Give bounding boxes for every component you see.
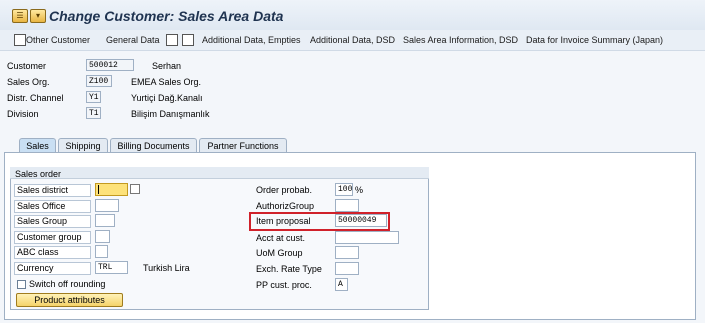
sales-district-label: Sales district (14, 184, 91, 197)
tab-shipping[interactable]: Shipping (58, 138, 108, 152)
search-help-icon[interactable] (130, 184, 140, 194)
uom-group-label: UoM Group (256, 248, 303, 258)
customer-field: 500012 (86, 59, 134, 71)
salesorg-desc: EMEA Sales Org. (131, 77, 202, 87)
percent-unit: % (355, 185, 364, 195)
general-data-button[interactable]: General Data (106, 35, 160, 45)
sales-office-input[interactable] (95, 199, 119, 212)
product-attributes-button[interactable]: Product attributes (16, 293, 123, 307)
currency-desc: Turkish Lira (143, 263, 190, 273)
invoice-summary-button[interactable]: Data for Invoice Summary (Japan) (526, 35, 663, 45)
abc-class-input[interactable] (95, 245, 108, 258)
tab-billing-documents[interactable]: Billing Documents (110, 138, 197, 152)
currency-input[interactable]: TRL (95, 261, 128, 274)
authoriz-group-label: AuthorizGroup (256, 201, 315, 211)
customer-desc: Serhan (152, 61, 182, 71)
acct-at-cust-input[interactable] (335, 231, 399, 244)
uom-group-input[interactable] (335, 246, 359, 259)
pp-cust-proc-input[interactable]: A (335, 278, 348, 291)
sales-district-input[interactable] (95, 183, 128, 196)
sales-area-info-dsd-button[interactable]: Sales Area Information, DSD (403, 35, 518, 45)
additional-data-dsd-button[interactable]: Additional Data, DSD (310, 35, 395, 45)
other-customer-icon (14, 34, 26, 46)
sales-office-label: Sales Office (14, 200, 91, 213)
tab-partner-functions[interactable]: Partner Functions (199, 138, 287, 152)
salesorg-label: Sales Org. (7, 77, 50, 87)
group-header (10, 167, 429, 179)
order-probability-label: Order probab. (256, 185, 313, 195)
channel-label: Distr. Channel (7, 93, 64, 103)
customize-icon[interactable]: ▾ (30, 9, 46, 23)
abc-class-label: ABC class (14, 246, 91, 259)
salesorg-field: Z100 (86, 75, 112, 87)
exch-rate-type-label: Exch. Rate Type (256, 264, 322, 274)
item-proposal-input[interactable]: 50000049 (335, 214, 387, 227)
channel-field: Y1 (86, 91, 101, 103)
channel-desc: Yurtiçi Dağ.Kanalı (131, 93, 203, 103)
division-field: T1 (86, 107, 101, 119)
page-title: Change Customer: Sales Area Data (49, 8, 284, 24)
group-title: Sales order (15, 169, 62, 179)
text-cursor (98, 185, 99, 194)
sales-group-input[interactable] (95, 214, 115, 227)
customer-group-label: Customer group (14, 231, 91, 244)
division-label: Division (7, 109, 39, 119)
other-customer-button[interactable]: Other Customer (26, 35, 90, 45)
previous-screen-icon[interactable] (166, 34, 178, 46)
division-desc: Bilişim Danışmanlık (131, 109, 210, 119)
acct-at-cust-label: Acct at cust. (256, 233, 306, 243)
menu-icon[interactable]: ☰ (12, 9, 28, 23)
switch-off-rounding-label: Switch off rounding (29, 279, 106, 289)
order-probability-input[interactable]: 100 (335, 183, 353, 196)
customer-group-input[interactable] (95, 230, 110, 243)
additional-data-empties-button[interactable]: Additional Data, Empties (202, 35, 301, 45)
authoriz-group-input[interactable] (335, 199, 359, 212)
tab-sales[interactable]: Sales (19, 138, 56, 152)
sales-group-label: Sales Group (14, 215, 91, 228)
customer-label: Customer (7, 61, 47, 71)
switch-off-rounding-checkbox[interactable] (17, 280, 26, 289)
currency-label: Currency (14, 262, 91, 275)
next-screen-icon[interactable] (182, 34, 194, 46)
pp-cust-proc-label: PP cust. proc. (256, 280, 312, 290)
item-proposal-label: Item proposal (256, 216, 311, 226)
exch-rate-type-input[interactable] (335, 262, 359, 275)
